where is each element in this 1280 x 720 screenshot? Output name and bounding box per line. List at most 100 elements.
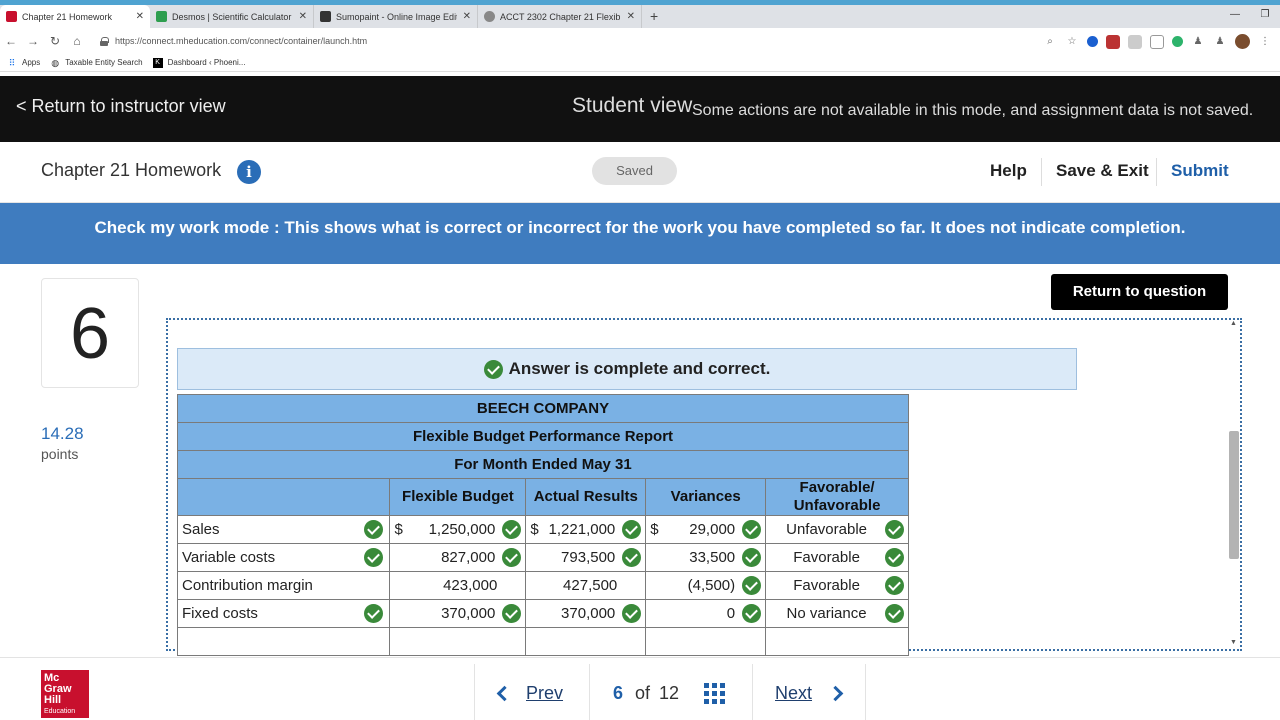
cell-value: 0 xyxy=(726,605,736,622)
bookmark-label: Dashboard ‹ Phoeni... xyxy=(167,58,246,67)
total-questions: 12 xyxy=(659,683,680,703)
menu-dots-icon[interactable]: ⋮ xyxy=(1258,35,1272,49)
row-label-text: Contribution margin xyxy=(182,577,313,594)
forward-arrow-icon[interactable]: → xyxy=(22,34,44,48)
browser-tab[interactable]: Sumopaint - Online Image Editor ✕ xyxy=(314,5,478,28)
star-icon[interactable]: ☆ xyxy=(1065,35,1079,49)
answer-status-text: Answer is complete and correct. xyxy=(508,359,771,378)
check-icon xyxy=(502,604,522,623)
scroll-up-arrow-icon[interactable]: ▲ xyxy=(1230,320,1237,327)
close-tab-icon[interactable]: ✕ xyxy=(299,11,307,22)
tab-title: Desmos | Scientific Calculator xyxy=(172,11,292,22)
points-value: 14.28 xyxy=(41,424,84,443)
cell-flexible[interactable]: $1,250,000 xyxy=(389,515,527,544)
check-icon xyxy=(885,604,904,623)
check-icon xyxy=(622,548,642,567)
row-label: Contribution margin xyxy=(176,571,391,600)
close-tab-icon[interactable]: ✕ xyxy=(136,11,144,22)
cell-actual[interactable]: 370,000 xyxy=(525,599,647,628)
profile-avatar[interactable] xyxy=(1235,34,1250,49)
extension-icon[interactable] xyxy=(1128,34,1142,49)
check-icon xyxy=(364,548,384,567)
check-icon xyxy=(885,548,904,567)
column-header-variances: Variances xyxy=(645,478,767,516)
extension-icon[interactable]: ♟ xyxy=(1191,35,1205,49)
check-icon xyxy=(483,359,503,379)
cell-fav[interactable]: Favorable xyxy=(765,543,909,572)
close-tab-icon[interactable]: ✕ xyxy=(627,11,635,22)
cell-variance[interactable]: 0 xyxy=(645,599,767,628)
report-title: Flexible Budget Performance Report xyxy=(177,422,909,451)
cell-actual[interactable]: 427,500 xyxy=(525,571,647,600)
close-tab-icon[interactable]: ✕ xyxy=(463,11,471,22)
check-icon xyxy=(885,576,904,595)
sumopaint-favicon-icon xyxy=(320,11,331,22)
reload-icon[interactable]: ↻ xyxy=(44,34,66,48)
row-label: Fixed costs xyxy=(176,599,391,628)
question-number: 6 xyxy=(41,278,139,388)
extension-icon[interactable] xyxy=(1087,36,1098,47)
cell-actual[interactable]: $1,221,000 xyxy=(525,515,647,544)
divider xyxy=(752,664,753,720)
cell-value: 1,221,000 xyxy=(548,521,616,538)
cell-fav[interactable]: No variance xyxy=(765,599,909,628)
save-exit-button[interactable]: Save & Exit xyxy=(1056,161,1149,181)
back-arrow-icon[interactable]: ← xyxy=(0,34,22,48)
cell-value: Favorable xyxy=(793,549,860,566)
cell-variance[interactable]: (4,500) xyxy=(645,571,767,600)
url-field[interactable]: https://connect.mheducation.com/connect/… xyxy=(100,36,1080,46)
extension-icon[interactable]: ♟ xyxy=(1213,35,1227,49)
zoom-icon[interactable]: ⌕ xyxy=(1043,35,1057,49)
cell-flexible[interactable]: 827,000 xyxy=(389,543,527,572)
cell-value: 423,000 xyxy=(443,577,498,594)
cell-value: Favorable xyxy=(793,577,860,594)
bookmark-apps[interactable]: ⠿ Apps xyxy=(7,57,41,68)
cell-fav[interactable]: Unfavorable xyxy=(765,515,909,544)
question-grid-icon[interactable] xyxy=(704,683,725,704)
column-header-actual-results: Actual Results xyxy=(525,478,647,516)
help-button[interactable]: Help xyxy=(990,161,1027,181)
info-icon[interactable]: i xyxy=(237,160,261,184)
dollar-sign: $ xyxy=(530,521,539,538)
restore-icon[interactable]: ❐ xyxy=(1250,5,1280,25)
cell-actual[interactable]: 793,500 xyxy=(525,543,647,572)
browser-tab[interactable]: ACCT 2302 Chapter 21 Flexible B ✕ xyxy=(478,5,642,28)
cell-variance[interactable]: $29,000 xyxy=(645,515,767,544)
bookmark-dashboard[interactable]: K Dashboard ‹ Phoeni... xyxy=(152,57,246,68)
return-to-question-button[interactable]: Return to question xyxy=(1051,274,1228,310)
student-view-note: Some actions are not available in this m… xyxy=(692,102,1254,119)
cell-value: 827,000 xyxy=(441,549,496,566)
divider xyxy=(589,664,590,720)
home-icon[interactable]: ⌂ xyxy=(66,34,88,48)
minimize-icon[interactable]: — xyxy=(1220,5,1250,25)
check-icon xyxy=(622,520,642,539)
cell-value: 793,500 xyxy=(561,549,616,566)
new-tab-button[interactable]: + xyxy=(642,5,666,28)
bookmark-label: Apps xyxy=(22,58,41,67)
bookmark-taxable-entity-search[interactable]: ◍ Taxable Entity Search xyxy=(50,58,142,68)
scrollbar-thumb[interactable] xyxy=(1229,431,1239,559)
cell-fav[interactable]: Favorable xyxy=(765,571,909,600)
scroll-down-arrow-icon[interactable]: ▼ xyxy=(1230,639,1237,646)
extension-icon[interactable] xyxy=(1172,36,1183,47)
prev-button[interactable]: Prev xyxy=(526,683,563,704)
cell-variance[interactable]: 33,500 xyxy=(645,543,767,572)
answer-status-box: Answer is complete and correct. xyxy=(177,348,1077,390)
report-company: BEECH COMPANY xyxy=(177,394,909,423)
address-bar: ← → ↻ ⌂ https://connect.mheducation.com/… xyxy=(0,28,1280,54)
next-button[interactable]: Next xyxy=(775,683,812,704)
globe-icon: ◍ xyxy=(51,57,60,68)
divider xyxy=(865,664,866,720)
report-period: For Month Ended May 31 xyxy=(177,450,909,479)
cell-value: 370,000 xyxy=(561,605,616,622)
extension-icon[interactable] xyxy=(1150,34,1164,49)
apps-grid-icon: ⠿ xyxy=(8,57,16,68)
browser-tab[interactable]: Chapter 21 Homework ✕ xyxy=(0,5,150,28)
cell-value: 370,000 xyxy=(441,605,496,622)
submit-button[interactable]: Submit xyxy=(1171,161,1229,181)
browser-tab[interactable]: Desmos | Scientific Calculator ✕ xyxy=(150,5,314,28)
cell-flexible[interactable]: 370,000 xyxy=(389,599,527,628)
return-to-instructor-link[interactable]: < Return to instructor view xyxy=(16,96,226,117)
cell-flexible[interactable]: 423,000 xyxy=(389,571,527,600)
extension-icon[interactable] xyxy=(1106,34,1120,49)
